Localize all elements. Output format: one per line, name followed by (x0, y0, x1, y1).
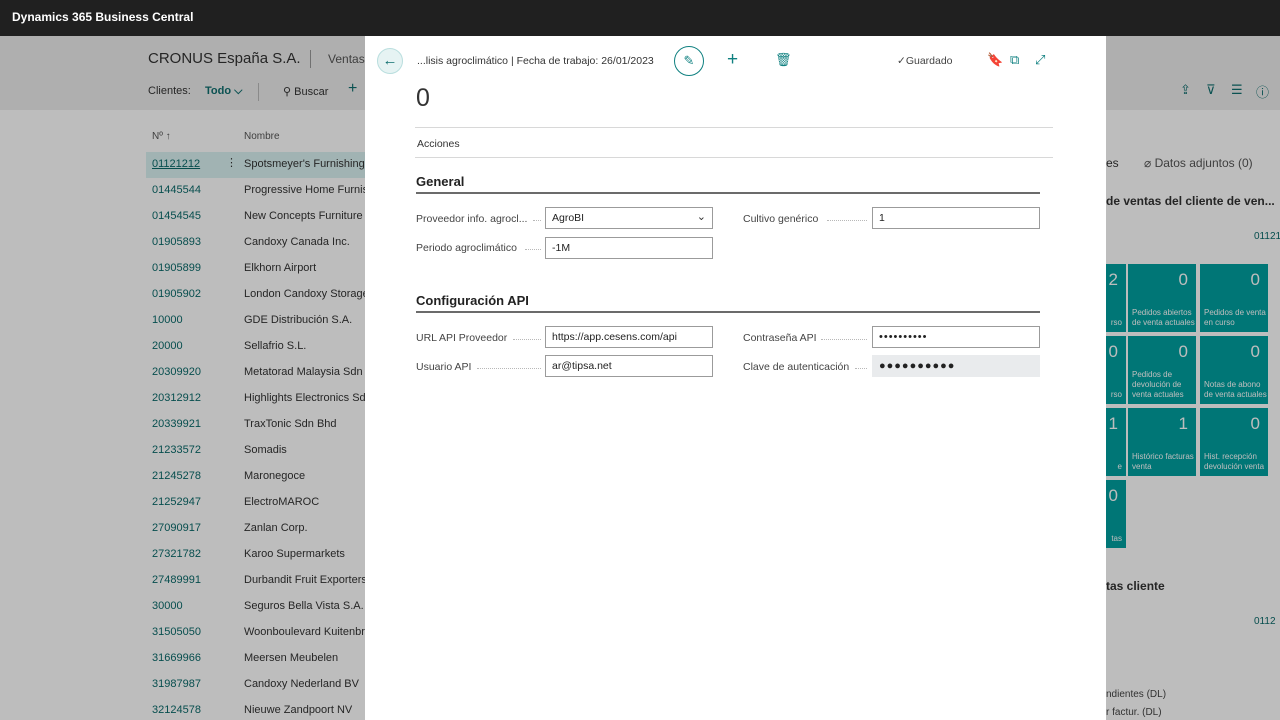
section-general-rule (416, 192, 1040, 194)
app-title-bar: Dynamics 365 Business Central (0, 0, 1280, 36)
card-title: ...lisis agroclimático | Fecha de trabaj… (417, 55, 654, 67)
api-password-value: •••••••••• (879, 331, 928, 343)
api-user-dots (477, 368, 541, 369)
provider-select[interactable]: AgroBI ⌄ (545, 207, 713, 229)
provider-dots (533, 220, 541, 221)
actions-menu[interactable]: Acciones (417, 138, 460, 150)
provider-value: AgroBI (552, 212, 585, 224)
section-api-title[interactable]: Configuración API (416, 293, 529, 308)
edit-button[interactable]: ✎ (674, 46, 704, 76)
authkey-field: ●●●●●●●●●● (872, 355, 1040, 377)
api-password-dots (821, 339, 867, 340)
section-general-title[interactable]: General (416, 174, 464, 189)
chevron-down-icon: ⌄ (696, 211, 706, 223)
divider-actions (415, 157, 1053, 158)
period-field[interactable]: -1M (545, 237, 713, 259)
api-password-field[interactable]: •••••••••• (872, 326, 1040, 348)
bookmark-icon[interactable]: 🔖 (987, 52, 1003, 68)
section-api-rule (416, 311, 1040, 313)
checkmark-icon: ✓ (897, 55, 906, 67)
api-user-label: Usuario API (416, 361, 472, 373)
save-status-label: Guardado (905, 55, 953, 67)
api-url-dots (513, 339, 541, 340)
api-url-label: URL API Proveedor (416, 332, 508, 344)
crop-field[interactable]: 1 (872, 207, 1040, 229)
arrow-left-icon: ← (382, 52, 398, 69)
period-dots (525, 249, 541, 250)
api-user-value: ar@tipsa.net (552, 360, 612, 372)
crop-label: Cultivo genérico (743, 213, 819, 225)
app-title: Dynamics 365 Business Central (12, 10, 194, 24)
crop-value: 1 (879, 212, 885, 224)
open-new-window-icon[interactable]: ⧉ (1010, 52, 1019, 68)
authkey-label: Clave de autenticación (743, 361, 850, 373)
crop-dots (827, 220, 867, 221)
period-value: -1M (552, 242, 571, 254)
provider-label: Proveedor info. agrocl... (416, 213, 528, 225)
period-label: Periodo agroclimático (416, 242, 517, 254)
api-url-value: https://app.cesens.com/api (552, 331, 677, 343)
divider-top (415, 127, 1053, 128)
add-icon[interactable]: + (727, 49, 738, 71)
api-user-field[interactable]: ar@tipsa.net (545, 355, 713, 377)
record-number: 0 (416, 84, 430, 112)
setup-card: ← ...lisis agroclimático | Fecha de trab… (365, 36, 1106, 720)
api-url-field[interactable]: https://app.cesens.com/api (545, 326, 713, 348)
authkey-value: ●●●●●●●●●● (879, 360, 956, 372)
expand-icon[interactable]: ⤢ (1035, 52, 1045, 68)
authkey-dots (855, 368, 867, 369)
delete-icon[interactable]: 🗑 (775, 52, 792, 68)
back-button[interactable]: ← (377, 48, 403, 74)
save-status: ✓Guardado (897, 55, 953, 67)
pencil-icon: ✎ (683, 53, 695, 68)
api-password-label: Contraseña API (743, 332, 817, 344)
